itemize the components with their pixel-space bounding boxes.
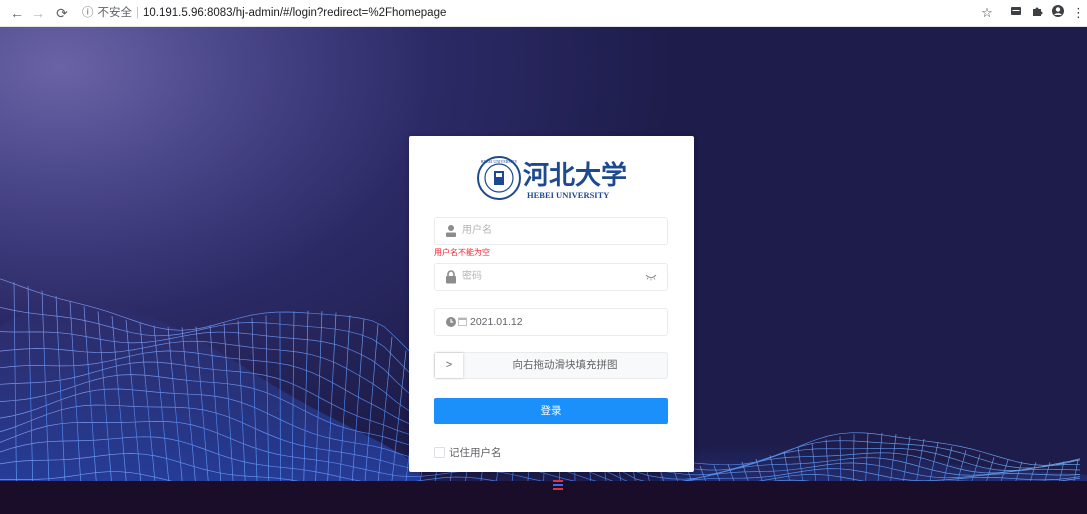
clock-icon (446, 317, 456, 327)
forward-icon[interactable]: → (30, 4, 46, 22)
profile-icon[interactable] (1050, 4, 1066, 22)
logo-english-name: HEBEI UNIVERSITY (527, 190, 609, 200)
slider-handle[interactable]: > (435, 353, 463, 378)
slider-hint: 向右拖动滑块填充拼图 (512, 359, 618, 371)
date-value: 2021.01.12 (470, 316, 523, 328)
password-placeholder: 密码 (462, 271, 482, 282)
security-label: 不安全 (97, 7, 133, 19)
username-error: 用户名不能为空 (434, 248, 490, 257)
login-card: HEBEI UNIVERSITY 河北大学 HEBEI UNIVERSITY 用… (409, 136, 694, 472)
info-icon[interactable]: ⓘ (82, 7, 94, 19)
slider-captcha[interactable]: > 向右拖动滑块填充拼图 (434, 352, 668, 379)
extension-icon[interactable] (1009, 4, 1023, 22)
eye-closed-icon[interactable] (645, 273, 657, 281)
url-text: 10.191.5.96:8083/hj-admin/#/login?redire… (143, 7, 447, 19)
user-icon (446, 225, 456, 237)
address-separator: | (136, 7, 139, 19)
puzzle-icon[interactable] (1030, 4, 1044, 22)
lock-icon (446, 270, 456, 284)
logo-seal-text: HEBEI UNIVERSITY (481, 159, 518, 164)
remember-checkbox[interactable] (434, 447, 445, 458)
username-input[interactable]: 用户名 (434, 217, 668, 245)
star-icon[interactable]: ☆ (980, 4, 994, 22)
university-logo: HEBEI UNIVERSITY 河北大学 HEBEI UNIVERSITY (477, 156, 627, 200)
reload-icon[interactable]: ⟳ (54, 4, 70, 22)
date-field[interactable]: 2021.01.12 (434, 308, 668, 336)
remember-label: 记住用户名 (449, 447, 502, 459)
password-input[interactable]: 密码 (434, 263, 668, 291)
back-icon[interactable]: ← (9, 4, 25, 22)
address-bar[interactable]: ⓘ 不安全 | 10.191.5.96:8083/hj-admin/#/login?r… (82, 4, 962, 22)
login-button[interactable]: 登录 (434, 398, 668, 424)
calendar-icon (458, 317, 467, 326)
logo-chinese-name: 河北大学 (523, 160, 627, 191)
login-page: HEBEI UNIVERSITY 河北大学 HEBEI UNIVERSITY 用… (0, 27, 1087, 514)
menu-icon[interactable]: ⋮ (1072, 4, 1085, 22)
bottom-dark-band (0, 481, 1087, 514)
stack-icon (553, 480, 563, 490)
browser-toolbar: ← → ⟳ ⓘ 不安全 | 10.191.5.96:8083/hj-admin/#/l… (0, 0, 1087, 27)
username-placeholder: 用户名 (462, 225, 492, 236)
